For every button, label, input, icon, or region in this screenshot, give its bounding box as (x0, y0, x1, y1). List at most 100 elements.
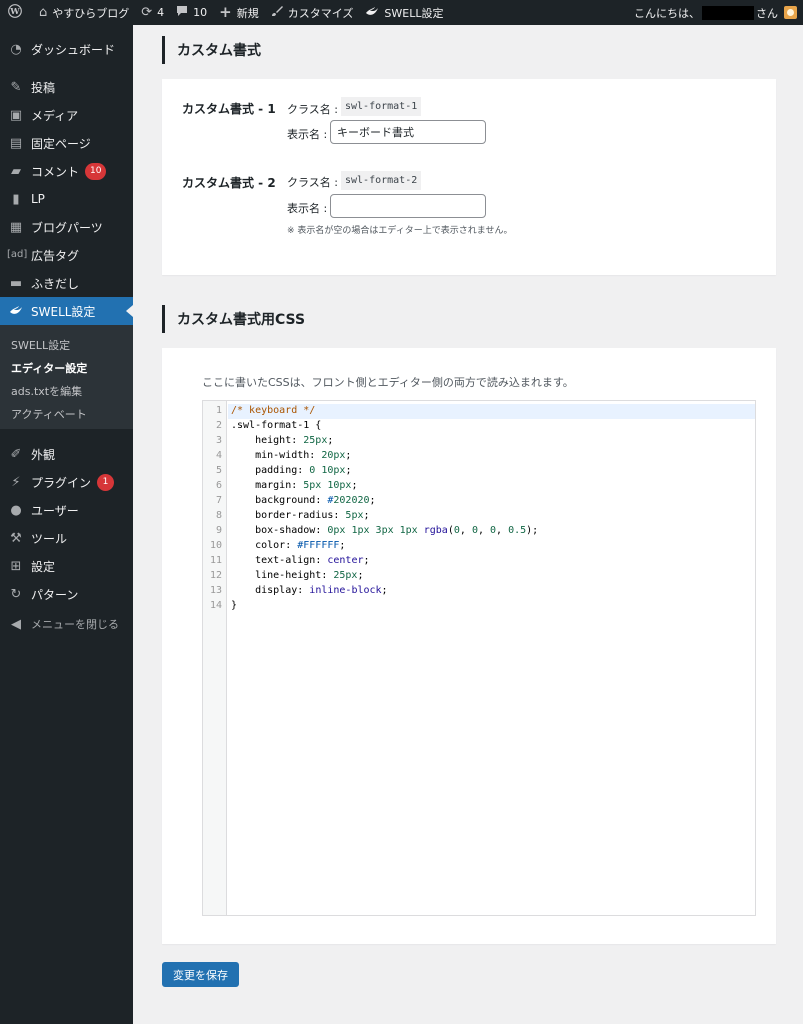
submenu-activate[interactable]: アクティベート (11, 406, 87, 422)
format-1-class-label: クラス名 : (287, 103, 338, 116)
menu-label: プラグイン (31, 475, 92, 490)
code-line: line-height: 25px; (255, 570, 364, 581)
new-content-link[interactable]: + 新規 (213, 0, 265, 25)
format-2-display-label: 表示名 : (287, 202, 328, 215)
brush-icon (271, 5, 283, 20)
redacted-username (702, 5, 754, 20)
format-1-display-input[interactable] (330, 120, 486, 144)
media-icon: ▣ (9, 107, 23, 123)
plugins-badge: 1 (97, 473, 115, 491)
code-line: .swl-format-1 { (231, 420, 322, 431)
code-line: height: 25px; (255, 435, 334, 446)
comments-count: 10 (193, 6, 208, 19)
menu-label: メニューを閉じる (31, 618, 119, 631)
menu-settings[interactable]: ⊞ 設定 (0, 552, 133, 580)
menu-tools[interactable]: ⚒ ツール (0, 524, 133, 552)
css-code-editor[interactable]: 1 2 3 4 5 6 7 8 9 10 11 12 13 14 /* keyboard */.swl-f… (202, 400, 756, 916)
code-line: background: #202020; (255, 495, 376, 506)
customize-link[interactable]: カスタマイズ (265, 0, 360, 25)
code-line: display: inline-block; (255, 585, 388, 596)
swell-logo-icon (365, 5, 379, 20)
home-icon: ⌂ (39, 5, 48, 20)
menu-users[interactable]: ● ユーザー (0, 496, 133, 524)
menu-label: 固定ページ (31, 136, 91, 151)
menu-swell-settings[interactable]: SWELL設定 (0, 297, 133, 325)
code-line: min-width: 20px; (255, 450, 352, 461)
menu-patterns[interactable]: ↻ パターン (0, 580, 133, 608)
admin-bar: W ⌂ やすひらブログ ⟳ 4 10 + 新規 カスタマイズ SWELL設定 こ… (0, 0, 803, 25)
document-icon: ▮ (12, 191, 20, 207)
swell-label: SWELL設定 (384, 6, 444, 20)
plus-icon: + (219, 3, 232, 21)
menu-label: 設定 (31, 559, 56, 574)
settings-icon: ⊞ (10, 558, 22, 574)
comment-icon (176, 5, 188, 20)
line-number: 9 (215, 525, 222, 536)
wp-logo-button[interactable]: W (0, 0, 33, 25)
section-heading-custom-format: カスタム書式 (162, 36, 261, 64)
code-line: /* keyboard */ (231, 405, 316, 416)
code-line: text-align: center; (255, 555, 370, 566)
page-icon: ▤ (9, 135, 23, 151)
collapse-menu-button[interactable]: ◀ メニューを閉じる (0, 610, 133, 638)
menu-label: LP (31, 192, 45, 206)
line-number: 1 (215, 405, 222, 416)
greeting-suffix: さん (756, 6, 778, 20)
menu-label: ツール (31, 531, 68, 546)
line-number: 7 (215, 495, 222, 506)
comment-icon: ▰ (11, 163, 21, 179)
my-account[interactable]: こんにちは、 さん (634, 5, 803, 21)
swell-settings-link[interactable]: SWELL設定 (359, 0, 449, 25)
menu-posts[interactable]: ✎ 投稿 (0, 73, 133, 101)
line-number: 13 (209, 585, 222, 596)
svg-text:W: W (9, 6, 20, 16)
menu-pages[interactable]: ▤ 固定ページ (0, 129, 133, 157)
updates-link[interactable]: ⟳ 4 (135, 0, 170, 25)
line-number: 6 (215, 480, 222, 491)
code-line: } (231, 600, 238, 611)
comments-link[interactable]: 10 (170, 0, 213, 25)
code-line: border-radius: 5px; (255, 510, 370, 521)
menu-label: コメント (31, 164, 80, 179)
menu-comments[interactable]: ▰ コメント 10 (0, 157, 133, 185)
balloon-icon: ▬ (9, 275, 23, 291)
menu-label: メディア (31, 108, 79, 123)
menu-label: ふきだし (31, 276, 80, 291)
customize-label: カスタマイズ (287, 6, 354, 20)
dashboard-icon: ◔ (10, 41, 22, 57)
empty-name-note: ※ 表示名が空の場合はエディター上で表示されません。 (287, 226, 513, 236)
save-changes-button[interactable]: 変更を保存 (162, 962, 239, 987)
menu-label: ユーザー (31, 503, 79, 518)
main-content: カスタム書式 カスタム書式 - 1 クラス名 : swl-format-1 表示… (133, 25, 803, 1024)
line-number: 5 (215, 465, 222, 476)
site-name-link[interactable]: ⌂ やすひらブログ (33, 0, 135, 25)
menu-lp[interactable]: ▮ LP (0, 185, 133, 213)
line-number: 14 (209, 600, 222, 611)
line-number: 10 (209, 540, 222, 551)
menu-appearance[interactable]: ✐ 外観 (0, 440, 133, 468)
patterns-icon: ↻ (10, 586, 22, 602)
submenu-swell-settings[interactable]: SWELL設定 (11, 337, 70, 353)
menu-dashboard[interactable]: ◔ ダッシュボード (0, 35, 133, 63)
menu-ad-tag[interactable]: [ad] 広告タグ (0, 241, 133, 269)
user-icon: ● (10, 502, 22, 518)
line-number: 12 (209, 570, 222, 581)
code-line: margin: 5px 10px; (255, 480, 358, 491)
greeting: こんにちは、 (634, 6, 700, 20)
submenu-editor-settings[interactable]: エディター設定 (11, 360, 87, 376)
menu-plugins[interactable]: ⚡ プラグイン 1 (0, 468, 133, 496)
submenu-ads-txt[interactable]: ads.txtを編集 (11, 383, 82, 399)
custom-format-card: カスタム書式 - 1 クラス名 : swl-format-1 表示名 : カスタ… (162, 79, 776, 275)
pin-icon: ✎ (10, 79, 22, 95)
updates-icon: ⟳ (141, 5, 153, 20)
menu-blog-parts[interactable]: ▦ ブログパーツ (0, 213, 133, 241)
menu-balloon[interactable]: ▬ ふきだし (0, 269, 133, 297)
line-number-gutter: 1 2 3 4 5 6 7 8 9 10 11 12 13 14 (203, 401, 227, 915)
ad-icon: [ad] (7, 249, 28, 260)
menu-label: SWELL設定 (31, 304, 96, 319)
menu-media[interactable]: ▣ メディア (0, 101, 133, 129)
format-1-display-label: 表示名 : (287, 128, 328, 141)
section-heading-custom-css: カスタム書式用CSS (162, 305, 305, 333)
plugin-icon: ⚡ (11, 474, 21, 490)
format-2-display-input[interactable] (330, 194, 486, 218)
